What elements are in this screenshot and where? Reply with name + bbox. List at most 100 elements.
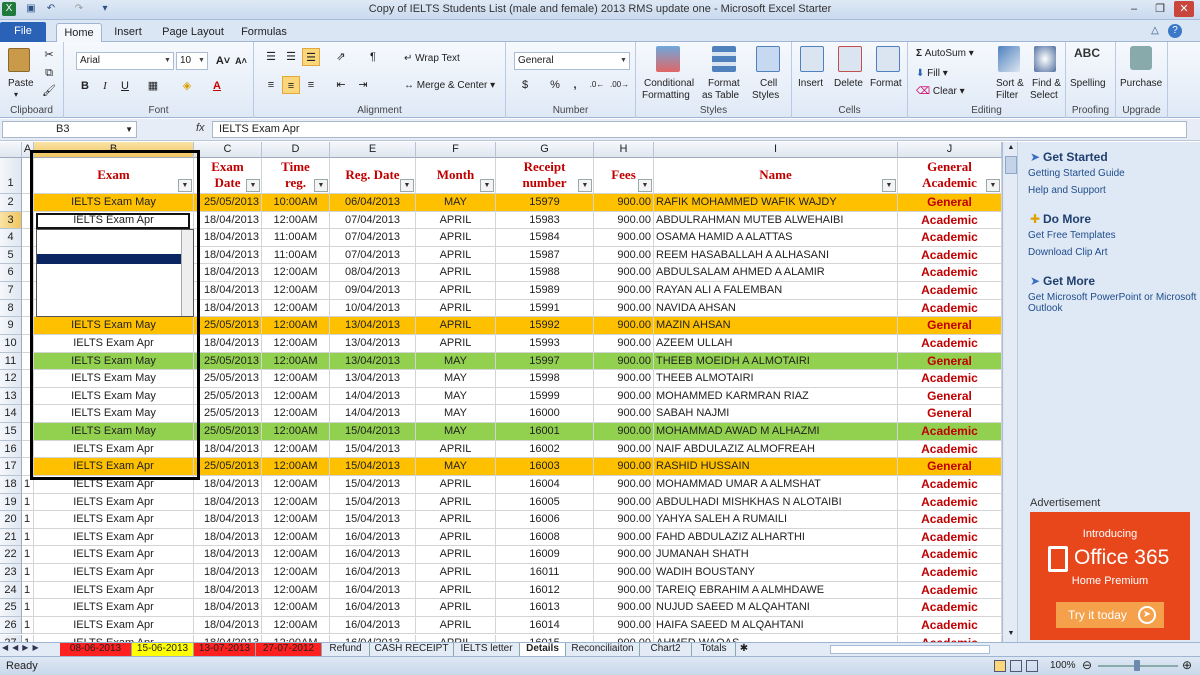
sheet-tab-reconciliaiton[interactable]: Reconciliaiton [566, 643, 640, 656]
zoom-level[interactable]: 100% [1050, 660, 1076, 671]
restore-icon[interactable]: ❐ [1150, 1, 1170, 17]
getting-started-guide-link[interactable]: Getting Started Guide [1028, 168, 1125, 179]
cell-reg_date[interactable]: 13/04/2013 [330, 317, 416, 335]
sheet-tab-13-07-2013[interactable]: 13-07-2013 [194, 643, 256, 656]
cell-fees[interactable]: 900.00 [594, 546, 654, 564]
cell-type[interactable]: Academic [898, 564, 1002, 582]
cell-month[interactable]: APRIL [416, 528, 496, 547]
sort-filter-icon[interactable] [998, 46, 1020, 72]
cell-reg_date[interactable]: 07/04/2013 [330, 229, 416, 247]
align-top-icon[interactable]: ☰ [262, 48, 280, 66]
cell-time[interactable]: 12:00AM [262, 634, 330, 642]
cell-time[interactable]: 12:00AM [262, 282, 330, 300]
zoom-thumb[interactable] [1134, 660, 1140, 671]
cell-receipt[interactable]: 16014 [496, 616, 594, 635]
tab-home[interactable]: Home [56, 23, 102, 42]
clear-button[interactable]: ⌫ Clear ▾ [916, 86, 965, 97]
cell-name[interactable]: OSAMA HAMID A ALATTAS [654, 229, 898, 247]
cell-month[interactable]: MAY [416, 387, 496, 406]
cell-reg_date[interactable]: 06/04/2013 [330, 194, 416, 212]
cell-time[interactable]: 12:00AM [262, 546, 330, 564]
sheet-tab-27-07-2012[interactable]: 27-07-2012 [256, 643, 322, 656]
cell-time[interactable]: 12:00AM [262, 528, 330, 547]
cell-time[interactable]: 12:00AM [262, 334, 330, 353]
cell-reg_date[interactable]: 14/04/2013 [330, 405, 416, 424]
row-header[interactable]: 21 [0, 528, 22, 547]
grow-font-icon[interactable]: A˅ [214, 52, 232, 70]
format-as-table-icon[interactable] [712, 46, 736, 72]
cell-reg_date[interactable]: 16/04/2013 [330, 581, 416, 600]
spelling-button[interactable]: Spelling [1070, 78, 1106, 89]
help-support-link[interactable]: Help and Support [1028, 185, 1106, 196]
find-select-label1[interactable]: Find & [1032, 78, 1061, 89]
cell-name[interactable]: THEEB MOEIDH A ALMOTAIRI [654, 352, 898, 371]
conditional-formatting-label1[interactable]: Conditional [644, 78, 694, 89]
cell-month[interactable]: APRIL [416, 599, 496, 617]
cell-fees[interactable]: 900.00 [594, 634, 654, 642]
try-it-today-button[interactable]: Try it today ➤ [1056, 602, 1164, 628]
cell-receipt[interactable]: 16000 [496, 405, 594, 424]
cell-receipt[interactable]: 16004 [496, 475, 594, 494]
cell-type[interactable]: Academic [898, 599, 1002, 617]
row-header[interactable]: 13 [0, 387, 22, 406]
insert-function-icon[interactable]: fx [196, 122, 205, 134]
cell-name[interactable]: ABDULRAHMAN MUTEB ALWEHAIBI [654, 211, 898, 230]
cell-fees[interactable]: 900.00 [594, 599, 654, 617]
cell-fees[interactable]: 900.00 [594, 211, 654, 230]
cell-reg_date[interactable]: 15/04/2013 [330, 458, 416, 476]
cell-time[interactable]: 10:00AM [262, 194, 330, 212]
cell-exam_date[interactable]: 18/04/2013 [194, 440, 262, 459]
increase-decimal-icon[interactable]: .0← [588, 76, 606, 94]
row-header[interactable]: 17 [0, 458, 22, 476]
cell-receipt[interactable]: 16003 [496, 458, 594, 476]
header-cell-i[interactable]: Name [654, 158, 898, 194]
cell-name[interactable]: ABDULHADI MISHKHAS N ALOTAIBI [654, 493, 898, 512]
row-header[interactable]: 27 [0, 634, 22, 642]
cell-receipt[interactable]: 15983 [496, 211, 594, 230]
underline-button[interactable]: U [116, 77, 134, 95]
cell-time[interactable]: 12:00AM [262, 317, 330, 335]
cell-month[interactable]: APRIL [416, 334, 496, 353]
cell-time[interactable]: 12:00AM [262, 352, 330, 371]
cell-a[interactable]: 1 [22, 493, 34, 512]
row-header[interactable]: 6 [0, 264, 22, 283]
comma-icon[interactable]: , [566, 76, 584, 94]
row-header[interactable]: 4 [0, 229, 22, 247]
filter-dropdown-icon[interactable]: ▼ [314, 179, 328, 192]
cell-exam[interactable]: IELTS Exam Apr [34, 599, 194, 617]
number-format-select[interactable]: General ▼ [514, 52, 630, 70]
cell-exam_date[interactable]: 25/05/2013 [194, 405, 262, 424]
cell-fees[interactable]: 900.00 [594, 458, 654, 476]
cell-month[interactable]: APRIL [416, 475, 496, 494]
paste-icon[interactable] [8, 48, 30, 72]
filter-dropdown-icon[interactable]: ▼ [882, 179, 896, 192]
cell-name[interactable]: AZEEM ULLAH [654, 334, 898, 353]
paste-button[interactable]: Paste [8, 78, 34, 89]
cell-month[interactable]: APRIL [416, 229, 496, 247]
close-icon[interactable]: ✕ [1174, 1, 1194, 17]
cell-type[interactable]: Academic [898, 423, 1002, 441]
sheet-tab-cash-receipt[interactable]: CASH RECEIPT [370, 643, 454, 656]
format-cells-button[interactable]: Format [870, 78, 902, 89]
cell-month[interactable]: APRIL [416, 511, 496, 529]
zoom-in-icon[interactable]: ⊕ [1182, 658, 1192, 672]
cell-time[interactable]: 12:00AM [262, 370, 330, 388]
cell-reg_date[interactable]: 15/04/2013 [330, 493, 416, 512]
cell-exam_date[interactable]: 18/04/2013 [194, 299, 262, 318]
cell-type[interactable]: Academic [898, 493, 1002, 512]
cell-exam_date[interactable]: 18/04/2013 [194, 599, 262, 617]
help-icon[interactable]: ? [1168, 24, 1182, 38]
row-header[interactable]: 15 [0, 423, 22, 441]
formula-input[interactable]: IELTS Exam Apr [212, 121, 1187, 138]
get-outlook-link[interactable]: Outlook [1028, 303, 1062, 314]
row-header[interactable]: 12 [0, 370, 22, 388]
cell-receipt[interactable]: 16006 [496, 511, 594, 529]
cell-receipt[interactable]: 16009 [496, 546, 594, 564]
cell-exam[interactable]: IELTS Exam Apr [34, 616, 194, 635]
cell-type[interactable]: Academic [898, 264, 1002, 283]
page-break-view-icon[interactable] [1026, 660, 1038, 672]
cell-month[interactable]: APRIL [416, 282, 496, 300]
cell-name[interactable]: ABDULSALAM AHMED A ALAMIR [654, 264, 898, 283]
cell-month[interactable]: MAY [416, 370, 496, 388]
cell-styles-icon[interactable] [756, 46, 780, 72]
